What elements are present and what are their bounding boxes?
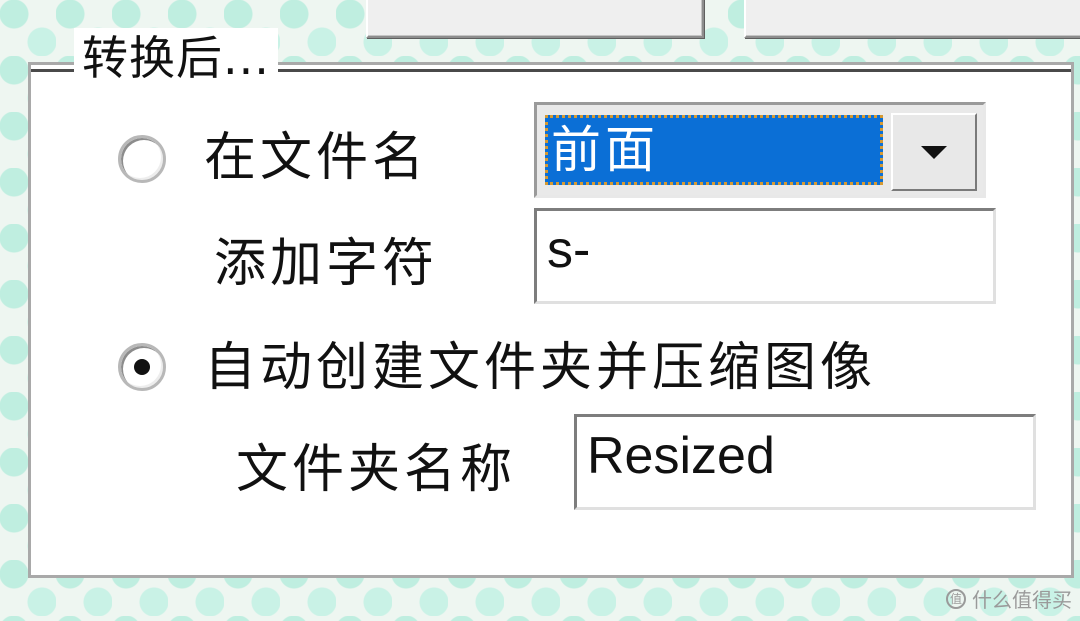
add-chars-label: 添加字符 [214, 234, 439, 294]
group-title: 转换后... [74, 28, 278, 88]
radio-selected-dot [134, 359, 150, 375]
folder-name-label: 文件夹名称 [236, 440, 517, 500]
watermark-text: 什么值得买 [972, 588, 1072, 612]
position-combo[interactable]: 前面 [534, 102, 986, 198]
watermark: 值 什么值得买 [946, 584, 1072, 613]
watermark-logo-icon: 值 [946, 588, 966, 609]
rename-radio[interactable] [118, 135, 166, 183]
chevron-down-icon[interactable] [891, 113, 977, 191]
top-button-right[interactable] [744, 0, 1080, 38]
add-chars-input[interactable]: s- [534, 208, 996, 304]
rename-option-label: 在文件名 [204, 128, 429, 188]
position-combo-value[interactable]: 前面 [545, 115, 883, 185]
auto-folder-option-label: 自动创建文件夹并压缩图像 [204, 338, 877, 398]
auto-folder-radio[interactable] [118, 343, 166, 391]
top-button-left[interactable] [366, 0, 704, 38]
folder-name-input[interactable]: Resized [574, 414, 1036, 510]
